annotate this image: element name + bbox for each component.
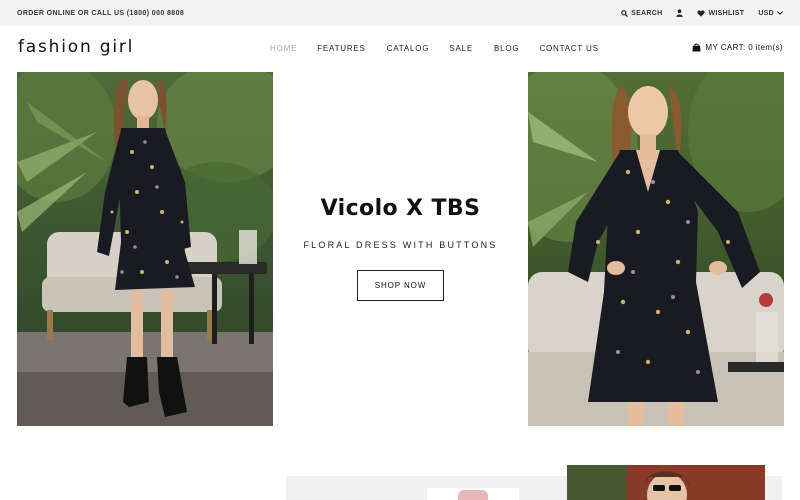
user-icon	[676, 9, 684, 17]
nav-home[interactable]: HOME	[270, 44, 297, 53]
currency-label: USD	[758, 9, 774, 17]
model-sunglasses-photo	[567, 465, 765, 500]
product-thumbnail[interactable]	[458, 490, 488, 500]
wishlist-label: WISHLIST	[708, 9, 745, 17]
hero-subtitle: FLORAL DRESS WITH BUTTONS	[303, 240, 498, 250]
account-link[interactable]	[676, 9, 684, 17]
search-link[interactable]: SEARCH	[621, 10, 662, 17]
hero-image-left[interactable]	[17, 72, 273, 426]
site-header: fashion girl HOME FEATURES CATALOG SALE …	[0, 26, 800, 72]
top-tools: SEARCH WISHLIST USD	[621, 9, 783, 17]
nav-features[interactable]: FEATURES	[317, 44, 365, 53]
shop-now-button[interactable]: SHOP NOW	[357, 270, 444, 301]
heart-icon	[697, 9, 706, 17]
wishlist-link[interactable]: WISHLIST	[697, 10, 744, 17]
hero-image-right[interactable]	[528, 72, 784, 426]
cart-label: MY CART: 0 item(s)	[705, 43, 783, 52]
nav-sale[interactable]: SALE	[449, 44, 473, 53]
search-label: SEARCH	[631, 9, 663, 17]
chevron-down-icon	[777, 11, 783, 15]
nav-catalog[interactable]: CATALOG	[387, 44, 430, 53]
model-photo-garden	[17, 72, 273, 426]
cart-link[interactable]: MY CART: 0 item(s)	[692, 43, 783, 52]
shopping-bag-icon	[692, 43, 701, 52]
hero-title: Vicolo X TBS	[320, 196, 481, 221]
promo-photo[interactable]	[567, 465, 765, 500]
top-bar: ORDER ONLINE OR CALL US (1800) 000 8808 …	[0, 0, 800, 26]
hero-content: Vicolo X TBS FLORAL DRESS WITH BUTTONS S…	[273, 72, 528, 426]
nav-contact-us[interactable]: CONTACT US	[539, 44, 598, 53]
site-logo[interactable]: fashion girl	[18, 37, 134, 57]
model-photo-closeup	[528, 72, 784, 426]
main-nav: HOME FEATURES CATALOG SALE BLOG CONTACT …	[270, 44, 599, 53]
nav-blog[interactable]: BLOG	[494, 44, 519, 53]
currency-select[interactable]: USD	[758, 10, 783, 17]
search-icon	[621, 9, 629, 17]
promo-text: ORDER ONLINE OR CALL US (1800) 000 8808	[17, 9, 185, 17]
